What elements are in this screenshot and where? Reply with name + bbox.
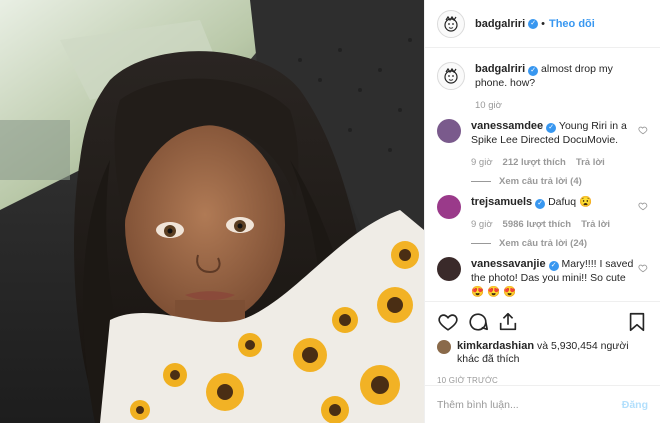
author-username[interactable]: badgalriri: [475, 18, 525, 30]
comment-text-row: vanessamdee ✓ Young Riri in a Spike Lee D…: [471, 119, 639, 147]
like-comment-heart-icon[interactable]: [638, 263, 648, 273]
reply-button[interactable]: Trả lời: [581, 219, 610, 230]
cartoon-face-icon: [444, 15, 458, 32]
like-heart-icon[interactable]: [437, 311, 459, 333]
likes-summary[interactable]: kimkardashian và 5,930,454 người khác đã…: [437, 340, 648, 366]
verified-icon: ✓: [528, 18, 539, 29]
author-name-row: badgalriri ✓ • Theo dõi: [475, 18, 595, 30]
verified-icon: ✓: [535, 199, 546, 209]
cartoon-face-icon: [444, 67, 458, 84]
post-side-panel: badgalriri ✓ • Theo dõi badgalriri ✓ alm…: [424, 0, 660, 423]
comment-text-row: vanessavanjie ✓ Mary!!!! I saved the phot…: [471, 257, 639, 299]
liker-avatar[interactable]: [437, 340, 451, 354]
comment-meta: 9 giờ 212 lượt thích Trả lời: [471, 157, 639, 168]
comment-time[interactable]: 9 giờ: [471, 157, 493, 168]
comment-time[interactable]: 9 giờ: [471, 219, 493, 230]
caption-meta: 10 giờ: [475, 100, 643, 111]
comment: vanessamdee ✓ Young Riri in a Spike Lee D…: [437, 119, 648, 187]
likes-text: kimkardashian và 5,930,454 người khác đã…: [457, 340, 648, 366]
comment-text: Dafuq 😧: [548, 196, 593, 208]
verified-icon: ✓: [548, 261, 559, 271]
comment-username[interactable]: trejsamuels: [471, 196, 532, 208]
replies-line: [471, 243, 491, 244]
view-replies-button[interactable]: Xem câu trả lời (4): [471, 176, 639, 187]
like-comment-heart-icon[interactable]: [638, 201, 648, 211]
caption-text-row: badgalriri ✓ almost drop my phone. how?: [475, 62, 643, 90]
caption-avatar[interactable]: [437, 62, 465, 90]
comment-body: vanessavanjie ✓ Mary!!!! I saved the phot…: [471, 257, 639, 299]
bookmark-save-icon[interactable]: [626, 311, 648, 333]
post-timestamp[interactable]: 10 giờ trước: [437, 376, 648, 385]
commenter-avatar[interactable]: [437, 119, 461, 143]
reply-button[interactable]: Trả lời: [576, 157, 605, 168]
author-avatar[interactable]: [437, 9, 465, 38]
like-comment-heart-icon[interactable]: [638, 125, 648, 135]
comment-text-row: trejsamuels ✓ Dafuq 😧: [471, 195, 639, 209]
comment-composer: Đăng: [425, 385, 660, 423]
liker-username[interactable]: kimkardashian: [457, 340, 534, 352]
share-upload-icon[interactable]: [497, 311, 519, 333]
caption-body: badgalriri ✓ almost drop my phone. how? 1…: [475, 62, 643, 111]
post-header: badgalriri ✓ • Theo dõi: [425, 0, 660, 48]
comment-likes[interactable]: 5986 lượt thích: [503, 219, 572, 230]
verified-icon: ✓: [528, 66, 539, 76]
comments-list[interactable]: badgalriri ✓ almost drop my phone. how? 1…: [425, 48, 660, 301]
view-replies-label: Xem câu trả lời (24): [499, 238, 588, 249]
comment: trejsamuels ✓ Dafuq 😧 9 giờ 5986 lượt thí…: [437, 195, 648, 249]
view-replies-button[interactable]: Xem câu trả lời (24): [471, 238, 639, 249]
commenter-avatar[interactable]: [437, 257, 461, 281]
verified-icon: ✓: [546, 123, 557, 133]
comment-body: trejsamuels ✓ Dafuq 😧 9 giờ 5986 lượt thí…: [471, 195, 639, 249]
caption: badgalriri ✓ almost drop my phone. how? 1…: [437, 62, 648, 111]
comment-bubble-icon[interactable]: [467, 311, 489, 333]
caption-time[interactable]: 10 giờ: [475, 100, 502, 111]
post-comment-button[interactable]: Đăng: [622, 399, 648, 411]
view-replies-label: Xem câu trả lời (4): [499, 176, 582, 187]
action-icons: [437, 308, 648, 336]
separator-dot: •: [541, 17, 545, 30]
post-photo[interactable]: [0, 0, 424, 423]
comment-meta: 9 giờ 5986 lượt thích Trả lời: [471, 219, 639, 230]
photo-illustration: [0, 0, 424, 423]
caption-username[interactable]: badgalriri: [475, 63, 525, 75]
replies-line: [471, 181, 491, 182]
comment-body: vanessamdee ✓ Young Riri in a Spike Lee D…: [471, 119, 639, 187]
comment-input[interactable]: [437, 398, 622, 411]
follow-button[interactable]: Theo dõi: [549, 18, 595, 30]
instagram-post: badgalriri ✓ • Theo dõi badgalriri ✓ alm…: [0, 0, 660, 423]
post-actions: kimkardashian và 5,930,454 người khác đã…: [425, 301, 660, 385]
comment-username[interactable]: vanessavanjie: [471, 258, 546, 270]
commenter-avatar[interactable]: [437, 195, 461, 219]
comment-username[interactable]: vanessamdee: [471, 120, 543, 132]
comment: vanessavanjie ✓ Mary!!!! I saved the phot…: [437, 257, 648, 299]
comment-likes[interactable]: 212 lượt thích: [503, 157, 566, 168]
